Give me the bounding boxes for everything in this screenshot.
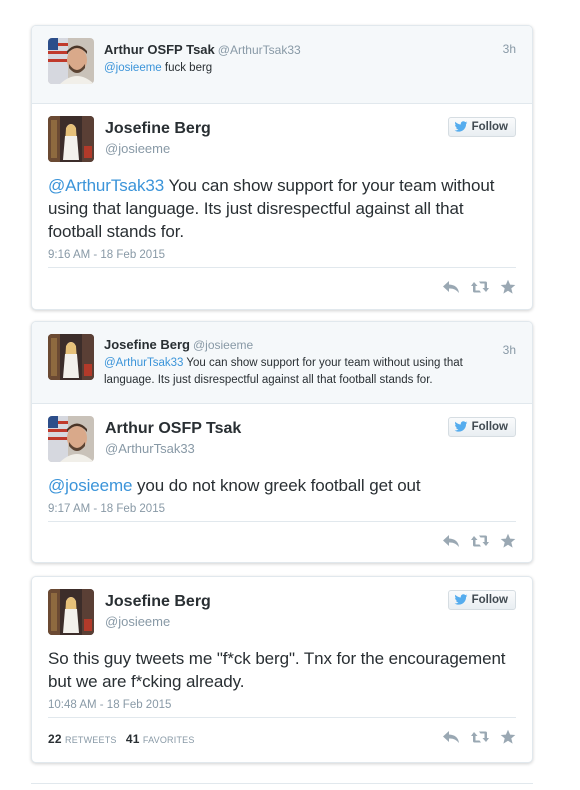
reply-icon[interactable] [442, 730, 460, 744]
tweet-text: @josieeme fuck berg [104, 60, 301, 77]
tweet-actions [442, 533, 516, 549]
tweet-footer: 22 RETWEETS 41 FAVORITES [32, 718, 532, 755]
author-name[interactable]: Josefine Berg [105, 120, 211, 138]
tweet-time[interactable]: 3h [503, 42, 516, 56]
tweet-timestamp[interactable]: 10:48 AM - 18 Feb 2015 [48, 699, 516, 718]
tweet-text-body: fuck berg [161, 62, 213, 74]
tweet-footer [32, 268, 532, 305]
follow-button[interactable]: Follow [447, 117, 516, 137]
tweet-text: @ArthurTsak33 You can show support for y… [48, 174, 516, 243]
avatar[interactable] [48, 38, 94, 84]
avatar[interactable] [48, 116, 94, 162]
follow-label: Follow [471, 121, 508, 133]
main-tweet: Josefine Berg @josieeme Follow So this g… [32, 577, 532, 718]
follow-button[interactable]: Follow [447, 417, 516, 437]
tweet-stats: 22 RETWEETS 41 FAVORITES [48, 732, 201, 746]
twitter-bird-icon [454, 594, 468, 606]
tweet-actions [442, 729, 516, 745]
follow-button[interactable]: Follow [447, 590, 516, 610]
follow-label: Follow [471, 594, 508, 606]
retweet-count[interactable]: 22 [48, 732, 62, 746]
tweet-card: Josefine Berg @josieeme Follow So this g… [31, 576, 533, 763]
author-handle[interactable]: @josieeme [105, 614, 211, 629]
tweet-timestamp[interactable]: 9:16 AM - 18 Feb 2015 [48, 249, 516, 268]
author-handle[interactable]: @ArthurTsak33 [105, 441, 241, 456]
follow-label: Follow [471, 421, 508, 433]
avatar[interactable] [48, 416, 94, 462]
twitter-bird-icon [454, 421, 468, 433]
tweet-timestamp[interactable]: 9:17 AM - 18 Feb 2015 [48, 503, 516, 522]
tweet-card: Josefine Berg @josieeme @ArthurTsak33 You… [31, 321, 533, 563]
main-tweet: Josefine Berg @josieeme Follow @ArthurTs… [32, 104, 532, 268]
mention-link[interactable]: @ArthurTsak33 [48, 176, 164, 195]
tweet-footer [32, 522, 532, 559]
tweet-card: Arthur OSFP Tsak @ArthurTsak33 @josieeme … [31, 25, 533, 310]
avatar[interactable] [48, 334, 94, 380]
author-name[interactable]: Josefine Berg [105, 593, 211, 611]
retweet-icon[interactable] [470, 280, 490, 294]
author-handle[interactable]: @josieeme [193, 338, 253, 352]
star-icon[interactable] [500, 279, 516, 295]
author-name[interactable]: Josefine Berg [104, 337, 190, 352]
star-icon[interactable] [500, 533, 516, 549]
twitter-bird-icon [454, 121, 468, 133]
tweet-text: @ArthurTsak33 You can show support for y… [104, 355, 496, 389]
reply-icon[interactable] [442, 534, 460, 548]
favorite-count-label[interactable]: FAVORITES [143, 735, 195, 745]
tweet-text: @josieeme you do not know greek football… [48, 474, 516, 497]
tweet-text-body: you do not know greek football get out [132, 476, 421, 495]
author-name[interactable]: Arthur OSFP Tsak [105, 420, 241, 438]
author-handle[interactable]: @ArthurTsak33 [218, 43, 301, 57]
author-name[interactable]: Arthur OSFP Tsak [104, 42, 215, 57]
tweet-text: So this guy tweets me "f*ck berg". Tnx f… [48, 649, 506, 691]
mention-link[interactable]: @josieeme [104, 62, 162, 74]
author-handle[interactable]: @josieeme [105, 141, 211, 156]
main-tweet: Arthur OSFP Tsak @ArthurTsak33 Follow @j… [32, 404, 532, 522]
star-icon[interactable] [500, 729, 516, 745]
mention-link[interactable]: @josieeme [48, 476, 132, 495]
favorite-count[interactable]: 41 [126, 732, 140, 746]
parent-tweet[interactable]: Josefine Berg @josieeme @ArthurTsak33 You… [32, 322, 532, 404]
retweet-count-label[interactable]: RETWEETS [65, 735, 117, 745]
avatar[interactable] [48, 589, 94, 635]
retweet-icon[interactable] [470, 534, 490, 548]
reply-icon[interactable] [442, 280, 460, 294]
tweet-actions [442, 279, 516, 295]
mention-link[interactable]: @ArthurTsak33 [104, 357, 183, 369]
tweet-time[interactable]: 3h [503, 343, 516, 357]
divider [31, 783, 533, 784]
parent-tweet[interactable]: Arthur OSFP Tsak @ArthurTsak33 @josieeme … [32, 26, 532, 104]
retweet-icon[interactable] [470, 730, 490, 744]
